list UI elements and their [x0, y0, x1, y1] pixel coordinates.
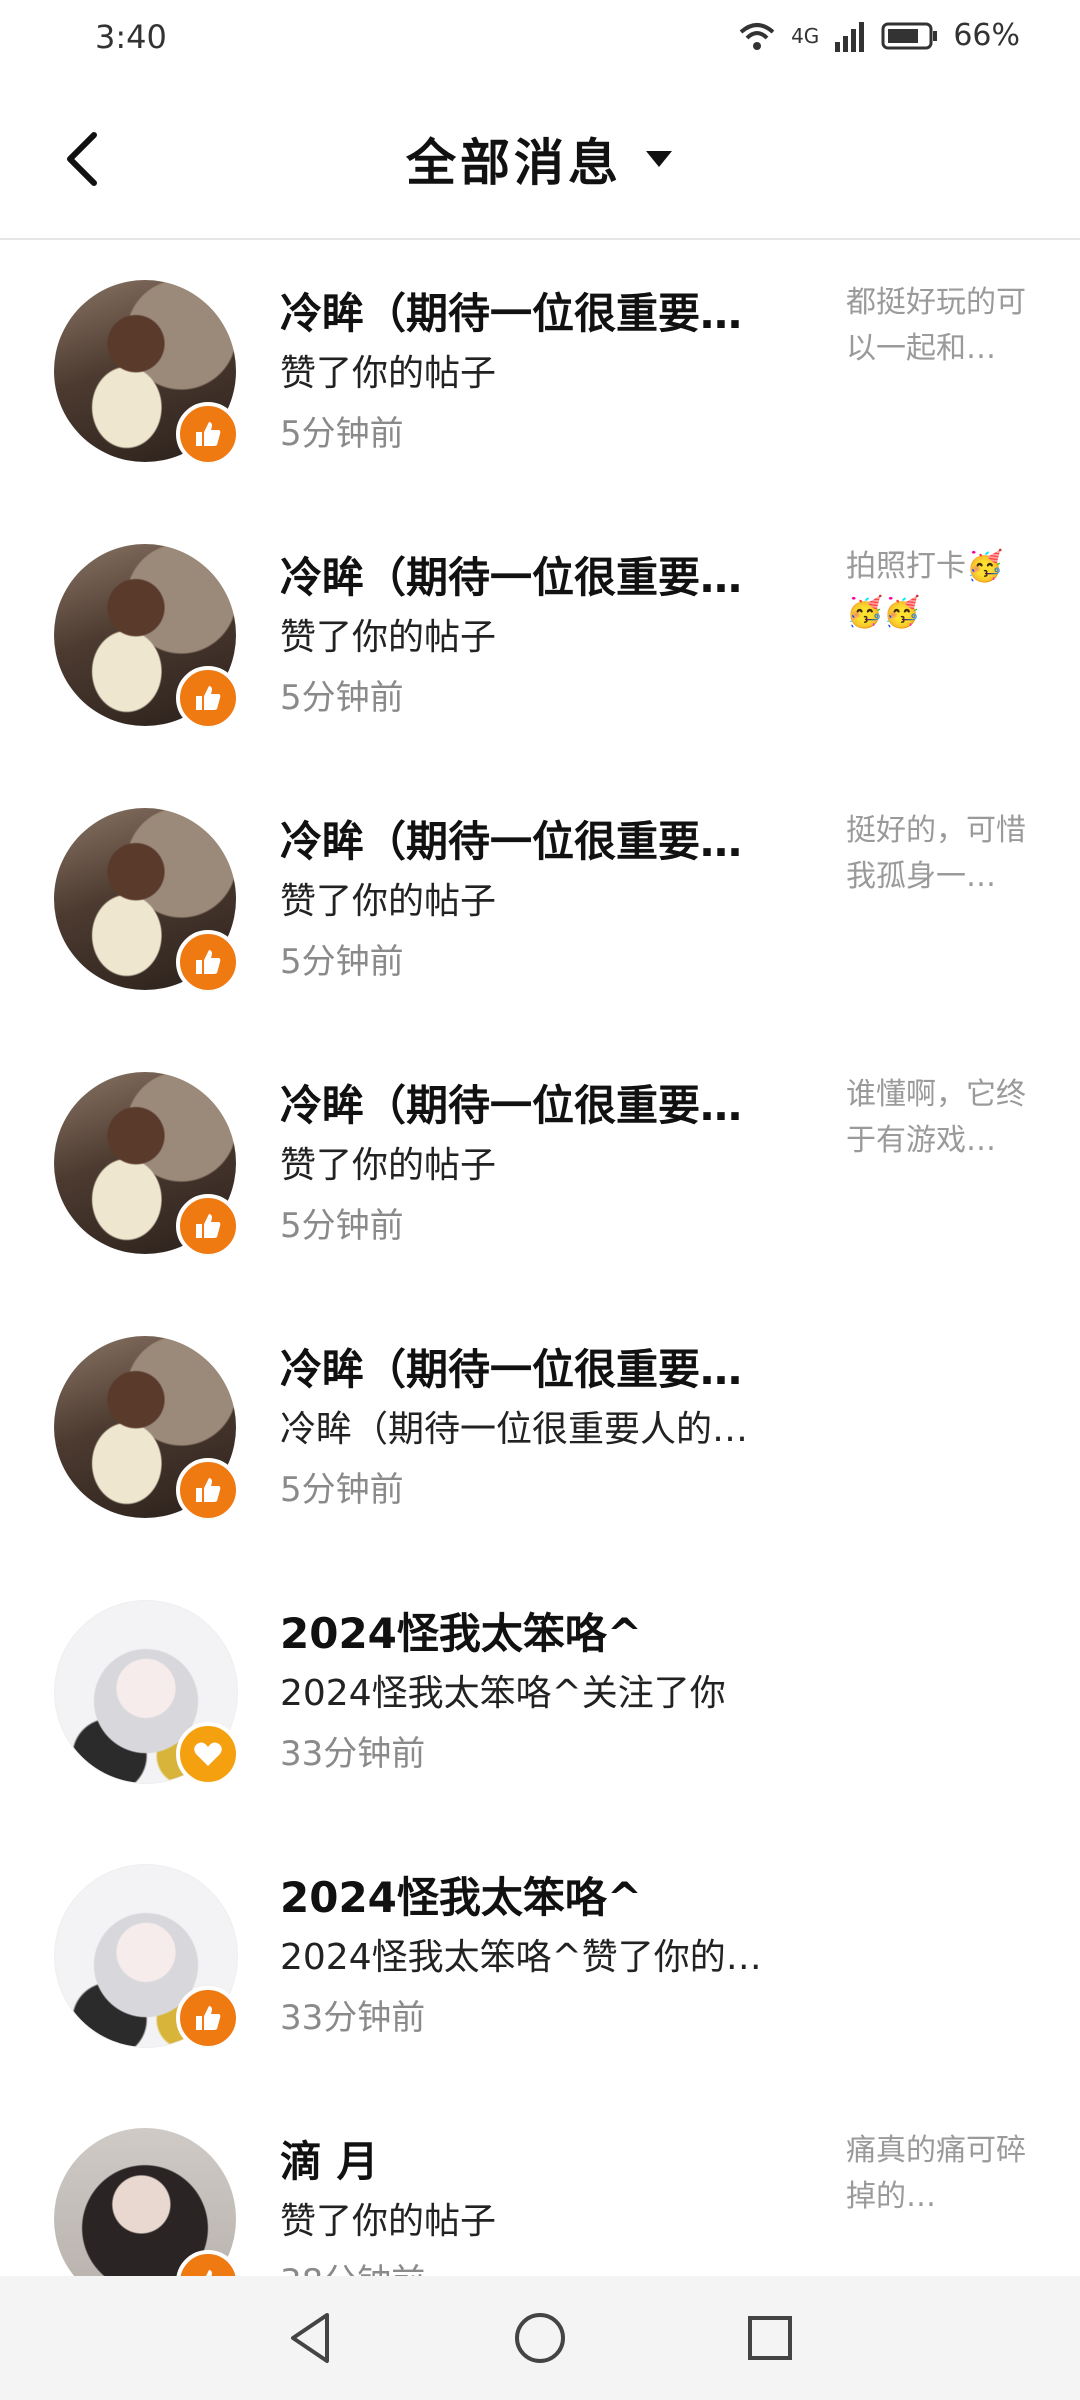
status-bar: 3:40 4G 66%	[0, 0, 1080, 80]
message-time: 5分钟前	[280, 1470, 404, 1510]
like-badge	[176, 1986, 240, 2050]
triangle-back-icon	[291, 2313, 329, 2363]
message-action: 赞了你的帖子	[280, 881, 497, 922]
message-action: 2024怪我太笨咯^赞了你的…	[280, 1937, 762, 1978]
message-time: 5分钟前	[280, 414, 404, 454]
nav-home-button[interactable]	[508, 2306, 572, 2370]
nav-recents-button[interactable]	[738, 2306, 802, 2370]
message-action: 2024怪我太笨咯^关注了你	[280, 1673, 726, 1714]
sender-name: 冷眸（期待一位很重要…	[280, 553, 743, 602]
like-badge	[176, 402, 240, 466]
sender-name: 2024怪我太笨咯^	[280, 1873, 643, 1922]
square-recents-icon	[748, 2316, 792, 2360]
heart-icon	[194, 1742, 222, 1766]
message-action: 赞了你的帖子	[280, 353, 497, 394]
like-badge	[176, 666, 240, 730]
message-row[interactable]: 冷眸（期待一位很重要… 赞了你的帖子 5分钟前 拍照打卡🥳🥳🥳	[0, 504, 1080, 768]
nav-back-button[interactable]	[278, 2306, 342, 2370]
message-time: 33分钟前	[280, 1734, 426, 1774]
message-row[interactable]: 冷眸（期待一位很重要… 赞了你的帖子 5分钟前 都挺好玩的可以一起和…	[0, 240, 1080, 504]
message-row[interactable]: 冷眸（期待一位很重要… 冷眸（期待一位很重要人的… 5分钟前	[0, 1296, 1080, 1560]
thumbs-up-icon	[196, 2006, 221, 2030]
network-type: 4G	[791, 23, 820, 48]
triangle-down-icon	[646, 151, 672, 167]
like-badge	[176, 1458, 240, 1522]
wifi-icon	[739, 22, 775, 50]
header: 全部消息	[0, 80, 1080, 240]
message-row[interactable]: 2024怪我太笨咯^ 2024怪我太笨咯^赞了你的… 33分钟前	[0, 1824, 1080, 2088]
message-time: 33分钟前	[280, 1998, 426, 2038]
post-preview[interactable]: 谁懂啊，它终于有游戏…	[846, 1072, 1026, 1164]
thumbs-up-icon	[196, 1214, 221, 1238]
system-navbar	[0, 2276, 1080, 2400]
message-time: 5分钟前	[280, 1206, 404, 1246]
message-time: 5分钟前	[280, 678, 404, 718]
sender-name: 冷眸（期待一位很重要…	[280, 1345, 743, 1394]
like-badge	[176, 930, 240, 994]
thumbs-up-icon	[196, 686, 221, 710]
message-action: 赞了你的帖子	[280, 1145, 497, 1186]
sender-name: 冷眸（期待一位很重要…	[280, 1081, 743, 1130]
message-row[interactable]: 冷眸（期待一位很重要… 赞了你的帖子 5分钟前 谁懂啊，它终于有游戏…	[0, 1032, 1080, 1296]
sender-name: 2024怪我太笨咯^	[280, 1609, 643, 1658]
page-title: 全部消息	[406, 134, 622, 192]
sender-name: 滴 月	[280, 2137, 379, 2186]
message-action: 赞了你的帖子	[280, 2201, 497, 2242]
thumbs-up-icon	[196, 422, 221, 446]
like-badge	[176, 1194, 240, 1258]
message-action: 赞了你的帖子	[280, 617, 497, 658]
circle-home-icon	[515, 2313, 565, 2363]
battery-icon	[881, 22, 938, 49]
message-action: 冷眸（期待一位很重要人的…	[280, 1409, 749, 1450]
post-preview[interactable]: 都挺好玩的可以一起和…	[846, 280, 1026, 372]
sender-name: 冷眸（期待一位很重要…	[280, 817, 743, 866]
status-icons: 4G 66%	[737, 18, 1020, 53]
thumbs-up-icon	[196, 1478, 221, 1502]
title-dropdown[interactable]: 全部消息	[0, 124, 1080, 194]
status-time: 3:40	[95, 18, 167, 56]
message-row[interactable]: 2024怪我太笨咯^ 2024怪我太笨咯^关注了你 33分钟前	[0, 1560, 1080, 1824]
battery-level: 66%	[953, 18, 1020, 53]
post-preview[interactable]: 挺好的，可惜我孤身一…	[846, 808, 1026, 900]
sender-name: 冷眸（期待一位很重要…	[280, 289, 743, 338]
post-preview[interactable]: 拍照打卡🥳🥳🥳	[846, 544, 1026, 636]
message-row[interactable]: 冷眸（期待一位很重要… 赞了你的帖子 5分钟前 挺好的，可惜我孤身一…	[0, 768, 1080, 1032]
signal-icon	[835, 21, 865, 52]
follow-badge	[176, 1722, 240, 1786]
post-preview[interactable]: 痛真的痛可碎掉的…	[846, 2128, 1026, 2220]
message-time: 5分钟前	[280, 942, 404, 982]
thumbs-up-icon	[196, 950, 221, 974]
